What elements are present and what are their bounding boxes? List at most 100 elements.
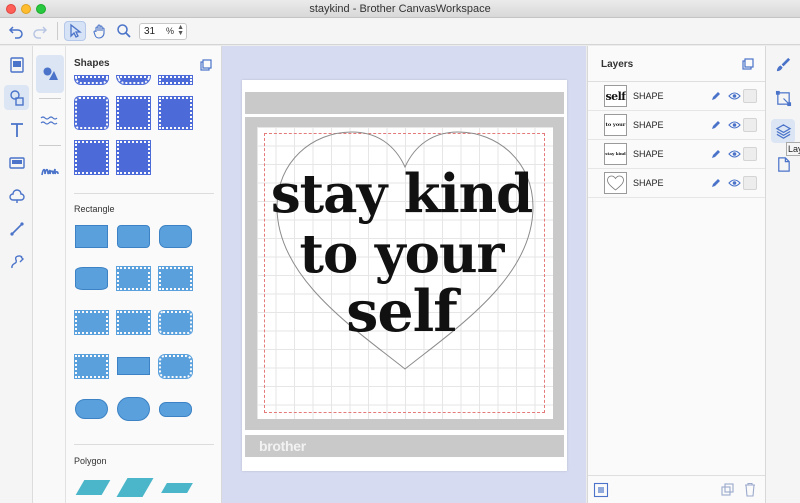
window-title: staykind - Brother CanvasWorkspace [309, 3, 491, 15]
shape-item[interactable] [75, 399, 108, 419]
redo-button[interactable] [29, 21, 51, 41]
rail-image-button[interactable] [4, 150, 29, 175]
shape-item[interactable] [117, 357, 150, 375]
undo-button[interactable] [5, 21, 27, 41]
shape-item[interactable] [158, 310, 193, 335]
shape-category-rail [33, 46, 66, 503]
rail-draw-button[interactable] [4, 249, 29, 274]
pen-icon[interactable] [710, 148, 722, 160]
layers-icon [775, 123, 791, 139]
shape-item[interactable] [116, 140, 151, 175]
rail-line-button[interactable] [4, 216, 29, 241]
shape-item[interactable] [159, 225, 192, 248]
canvas-area[interactable]: stay kind to your self brother [222, 46, 586, 503]
shape-item[interactable] [75, 480, 111, 495]
hand-tool-button[interactable] [89, 21, 111, 41]
shape-item[interactable] [74, 140, 109, 175]
border-pattern-icon [40, 116, 58, 125]
layer-row[interactable]: to your SHAPE [588, 111, 766, 140]
shape-item[interactable] [74, 354, 109, 379]
shape-item[interactable] [75, 225, 108, 248]
category-borders[interactable] [37, 108, 63, 134]
artwork-line-self[interactable]: self [242, 283, 561, 340]
artwork-line-to-your[interactable]: to your [242, 228, 561, 281]
zoom-tool-button[interactable] [113, 21, 135, 41]
popout-icon[interactable] [200, 59, 212, 71]
layers-panel-title: Layers [601, 59, 634, 70]
pen-icon[interactable] [710, 177, 722, 189]
eye-icon[interactable] [728, 149, 741, 159]
mat-header-strip [245, 92, 564, 114]
toolbar: 31 % ▲ ▼ [0, 18, 800, 45]
rail-projects-button[interactable] [4, 52, 29, 77]
shapes-icon [9, 89, 24, 106]
shape-item[interactable] [158, 96, 193, 130]
duplicate-icon[interactable] [721, 483, 735, 497]
artwork-line-stay-kind[interactable]: stay kind [242, 168, 561, 221]
brother-logo: brother [259, 438, 306, 454]
shape-item[interactable] [116, 75, 151, 85]
shape-item[interactable] [116, 96, 151, 130]
rail-transform-button[interactable] [771, 86, 795, 110]
shape-item[interactable] [117, 397, 150, 421]
shape-item[interactable] [158, 354, 193, 379]
category-lettering[interactable] [37, 158, 63, 184]
shape-item[interactable] [116, 478, 154, 497]
rail-pattern-button[interactable] [4, 183, 29, 208]
category-divider [39, 98, 61, 99]
layer-lock-toggle[interactable] [743, 147, 757, 161]
zoom-unit: % [165, 26, 174, 36]
rail-text-button[interactable] [4, 117, 29, 142]
line-icon [9, 221, 24, 236]
heart-thumbnail-icon [607, 175, 624, 191]
pen-icon[interactable] [710, 119, 722, 131]
shape-item[interactable] [161, 483, 193, 493]
layer-row[interactable]: self SHAPE [588, 82, 766, 111]
eye-icon[interactable] [728, 91, 741, 101]
zoom-input[interactable]: 31 % ▲ ▼ [139, 23, 187, 40]
basic-shapes-icon [43, 67, 58, 80]
shape-item[interactable] [158, 75, 193, 85]
rail-layers-button[interactable] [771, 119, 795, 143]
shape-item[interactable] [74, 310, 109, 335]
shape-item[interactable] [159, 402, 192, 417]
trash-icon[interactable] [743, 482, 757, 497]
layer-row[interactable]: stay kind SHAPE [588, 140, 766, 169]
zoom-stepper[interactable]: ▲ ▼ [177, 24, 184, 37]
rail-edit-button[interactable] [771, 52, 795, 76]
shapes-panel: Shapes Rectangle Polygon [66, 46, 222, 503]
eye-icon[interactable] [728, 120, 741, 130]
popout-icon[interactable] [742, 58, 754, 70]
title-bar: staykind - Brother CanvasWorkspace [0, 0, 800, 18]
tool-rail [0, 46, 33, 503]
layer-lock-toggle[interactable] [743, 118, 757, 132]
eye-icon[interactable] [728, 178, 741, 188]
shapes-panel-title: Shapes [74, 58, 110, 69]
shape-item[interactable] [74, 75, 109, 85]
arrow-cursor-icon [70, 23, 82, 38]
shape-item[interactable] [74, 96, 109, 130]
toolbar-divider [57, 22, 58, 40]
shape-item[interactable] [117, 225, 150, 248]
mat-footer-strip: brother [245, 435, 564, 457]
cutting-mat[interactable]: stay kind to your self brother [242, 80, 567, 471]
shape-item[interactable] [116, 310, 151, 335]
shape-item[interactable] [158, 266, 193, 291]
layer-lock-toggle[interactable] [743, 89, 757, 103]
layers-panel: Layers self SHAPE to your SHAPE stay kin… [587, 46, 766, 503]
category-basic-shapes[interactable] [36, 55, 64, 93]
layer-thumbnail: self [604, 85, 627, 107]
select-tool-button[interactable] [64, 21, 86, 41]
project-icon [9, 56, 24, 73]
rail-shapes-button[interactable] [4, 85, 29, 110]
layer-lock-toggle[interactable] [743, 176, 757, 190]
rail-page-button[interactable] [771, 152, 795, 176]
shape-item[interactable] [116, 266, 151, 291]
layer-row[interactable]: SHAPE [588, 169, 766, 198]
section-label-rectangle: Rectangle [74, 204, 115, 214]
shape-item[interactable] [75, 267, 108, 290]
right-tool-rail: Layers [765, 46, 800, 503]
pen-icon[interactable] [710, 90, 722, 102]
arrange-layer-icon[interactable] [593, 482, 609, 498]
transform-icon [775, 90, 791, 106]
